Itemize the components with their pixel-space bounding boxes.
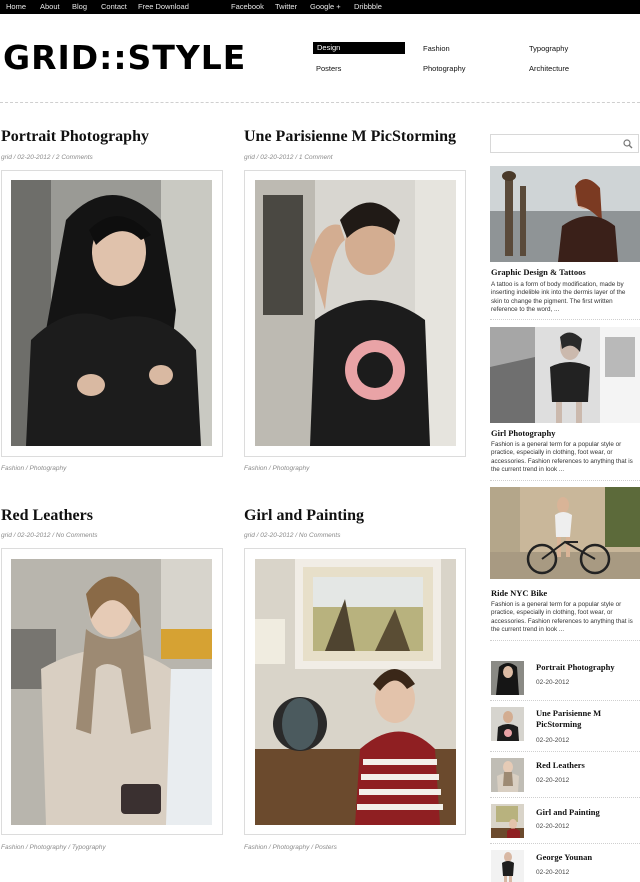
nav-google-plus-link[interactable]: Google + xyxy=(310,2,341,11)
post-categories[interactable]: Fashion / Photography xyxy=(244,465,309,472)
post-title[interactable]: Red Leathers xyxy=(1,507,93,525)
category-typography[interactable]: Typography xyxy=(529,43,568,55)
featured-excerpt: Fashion is a general term for a popular … xyxy=(491,441,633,474)
recent-post-date: 02-20-2012 xyxy=(536,777,570,784)
post-image-une-parisienne[interactable] xyxy=(255,180,456,446)
post-meta: grid / 02-20-2012 / 2 Comments xyxy=(1,154,93,161)
category-photography[interactable]: Photography xyxy=(423,63,466,75)
recent-post-title[interactable]: Girl and Painting xyxy=(536,807,636,818)
featured-image-graphic-design-tattoos[interactable] xyxy=(490,166,640,262)
category-fashion[interactable]: Fashion xyxy=(423,43,450,55)
top-nav-bar: Home About Blog Contact Free Download Fa… xyxy=(0,0,640,14)
recent-post-title[interactable]: Red Leathers xyxy=(536,760,636,771)
sidebar-divider xyxy=(490,700,640,701)
nav-dribbble-link[interactable]: Dribbble xyxy=(354,2,382,11)
recent-post-thumbnail[interactable] xyxy=(491,758,524,792)
nav-free-download-link[interactable]: Free Download xyxy=(138,2,189,11)
post-meta: grid / 02-20-2012 / 1 Comment xyxy=(244,154,333,161)
post-meta: grid / 02-20-2012 / No Comments xyxy=(1,532,98,539)
recent-post-thumbnail[interactable] xyxy=(491,661,524,695)
post-image-girl-and-painting[interactable] xyxy=(255,559,456,825)
post-title[interactable]: Portrait Photography xyxy=(1,128,149,146)
sidebar-divider xyxy=(490,797,640,798)
post-image-red-leathers[interactable] xyxy=(11,559,212,825)
featured-title[interactable]: Girl Photography xyxy=(491,428,555,438)
recent-post-title[interactable]: Portrait Photography xyxy=(536,662,636,673)
nav-blog-link[interactable]: Blog xyxy=(72,2,87,11)
nav-twitter-link[interactable]: Twitter xyxy=(275,2,297,11)
recent-post-title[interactable]: George Younan xyxy=(536,852,636,863)
featured-image-ride-nyc-bike[interactable] xyxy=(490,487,640,579)
featured-excerpt: A tattoo is a form of body modification,… xyxy=(491,281,626,314)
recent-post-date: 02-20-2012 xyxy=(536,823,570,830)
search-box xyxy=(490,134,639,153)
featured-title[interactable]: Graphic Design & Tattoos xyxy=(491,267,586,277)
recent-post-thumbnail[interactable] xyxy=(491,850,524,882)
recent-post-thumbnail[interactable] xyxy=(491,707,524,741)
post-categories[interactable]: Fashion / Photography / Posters xyxy=(244,844,337,851)
post-categories[interactable]: Fashion / Photography xyxy=(1,465,66,472)
recent-post-title[interactable]: Une Parisienne M PicStorming xyxy=(536,708,636,730)
site-logo[interactable]: GRID::STYLE xyxy=(3,40,246,76)
featured-image-girl-photography[interactable] xyxy=(490,327,640,423)
post-title[interactable]: Une Parisienne M PicStorming xyxy=(244,128,456,146)
featured-title[interactable]: Ride NYC Bike xyxy=(491,588,547,598)
sidebar-divider xyxy=(490,751,640,752)
category-posters[interactable]: Posters xyxy=(316,63,341,75)
search-icon[interactable] xyxy=(623,139,633,149)
sidebar-divider xyxy=(490,843,640,844)
search-input[interactable] xyxy=(493,137,618,150)
sidebar-divider xyxy=(490,480,640,481)
recent-post-date: 02-20-2012 xyxy=(536,679,570,686)
sidebar-divider xyxy=(490,640,640,641)
nav-about-link[interactable]: About xyxy=(40,2,60,11)
nav-contact-link[interactable]: Contact xyxy=(101,2,127,11)
post-image-portrait-photography[interactable] xyxy=(11,180,212,446)
post-meta: grid / 02-20-2012 / No Comments xyxy=(244,532,341,539)
post-title[interactable]: Girl and Painting xyxy=(244,507,364,525)
post-categories[interactable]: Fashion / Photography / Typography xyxy=(1,844,106,851)
recent-post-date: 02-20-2012 xyxy=(536,869,570,876)
recent-post-thumbnail[interactable] xyxy=(491,804,524,838)
nav-facebook-link[interactable]: Facebook xyxy=(231,2,264,11)
category-architecture[interactable]: Architecture xyxy=(529,63,569,75)
sidebar-divider xyxy=(490,319,640,320)
category-design[interactable]: Design xyxy=(313,42,405,54)
recent-post-date: 02-20-2012 xyxy=(536,737,570,744)
nav-home-link[interactable]: Home xyxy=(6,2,26,11)
header-divider xyxy=(0,102,640,103)
featured-excerpt: Fashion is a general term for a popular … xyxy=(491,601,633,634)
